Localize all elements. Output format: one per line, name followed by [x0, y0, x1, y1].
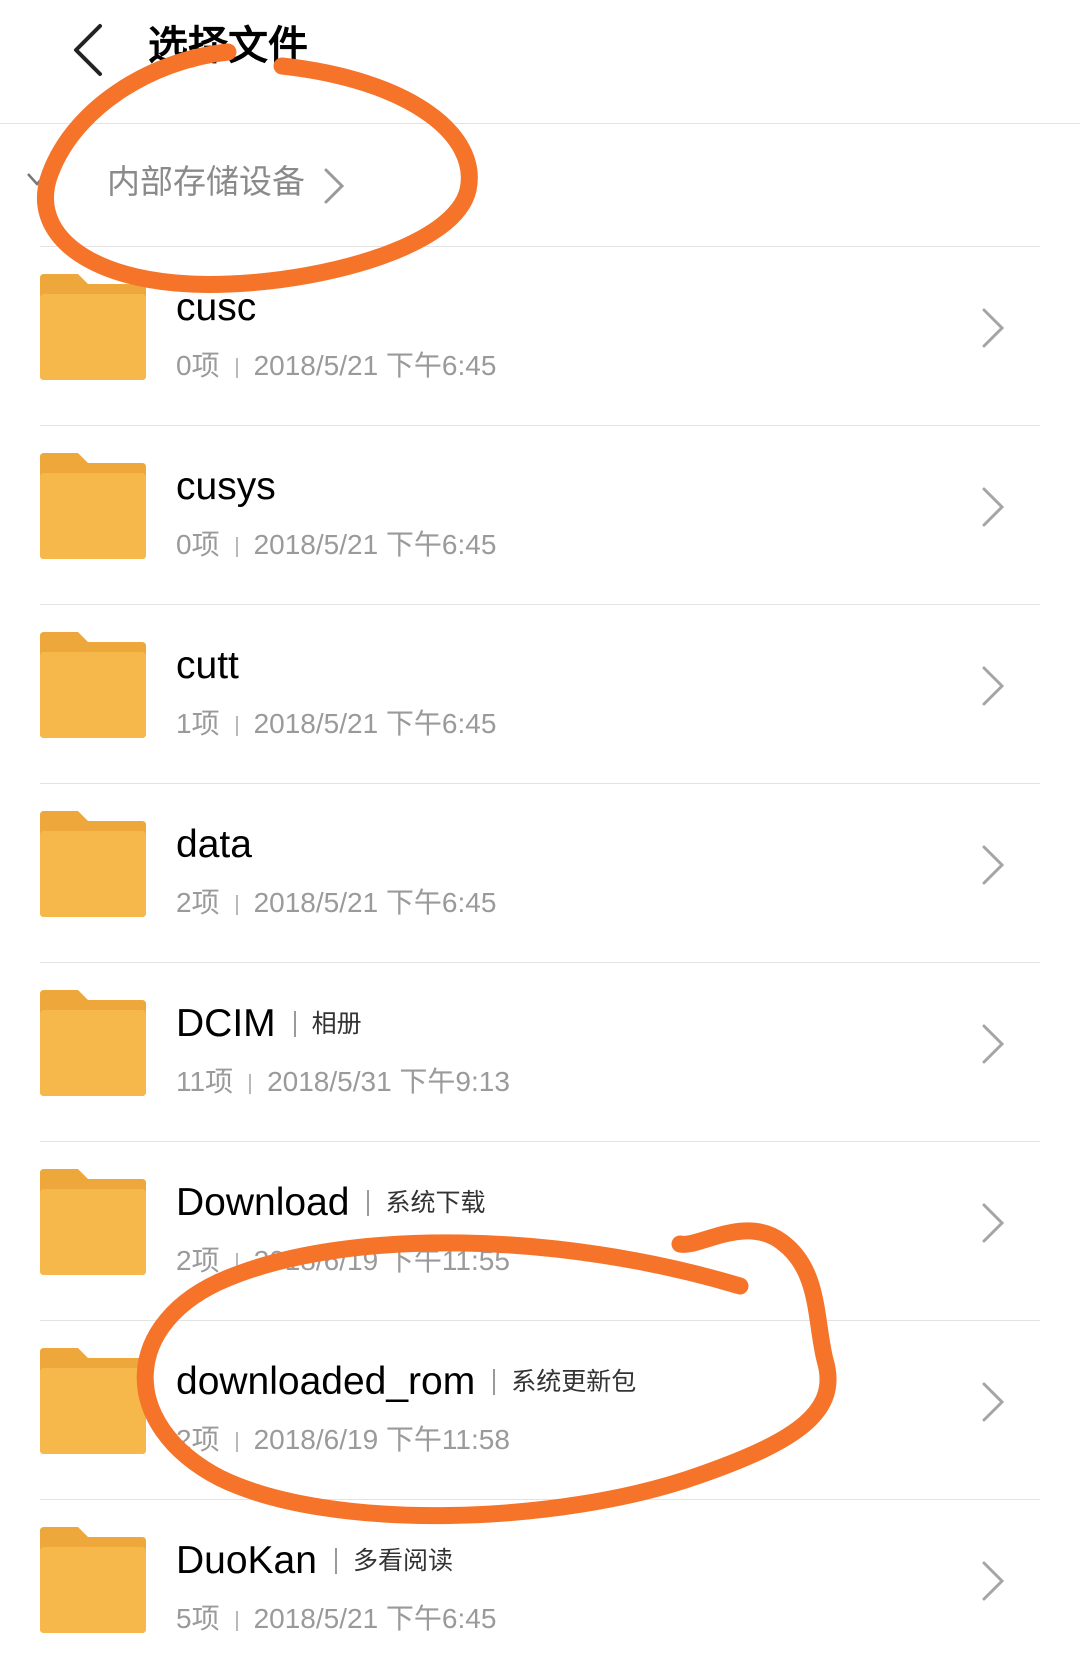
folder-icon: [40, 274, 146, 380]
modified-date: 2018/5/21 下午6:45: [253, 1603, 497, 1634]
file-name: data: [176, 823, 252, 866]
list-item[interactable]: cusc 0项 2018/5/21 下午6:45: [0, 246, 1080, 425]
divider: [40, 604, 1040, 605]
chevron-down-icon: [27, 173, 47, 186]
file-meta: 2项 2018/5/21 下午6:45: [176, 883, 496, 923]
divider: [40, 962, 1040, 963]
file-name: DCIM: [176, 1002, 276, 1045]
item-count: 5项: [176, 1603, 220, 1634]
divider: [40, 1499, 1040, 1500]
divider: [334, 1548, 337, 1574]
list-item[interactable]: DuoKan 多看阅读 5项 2018/5/21 下午6:45: [0, 1499, 1080, 1678]
list-item[interactable]: Download 系统下载 2项 2018/6/19 下午11:55: [0, 1141, 1080, 1320]
file-meta: 2项 2018/6/19 下午11:55: [176, 1241, 510, 1281]
modified-date: 2018/6/19 下午11:55: [253, 1245, 510, 1276]
modified-date: 2018/5/21 下午6:45: [253, 887, 497, 918]
file-meta: 2项 2018/6/19 下午11:58: [176, 1420, 510, 1460]
item-count: 0项: [176, 350, 220, 381]
list-item[interactable]: DCIM 相册 11项 2018/5/31 下午9:13: [0, 962, 1080, 1141]
list-item[interactable]: cusys 0项 2018/5/21 下午6:45: [0, 425, 1080, 604]
item-count: 2项: [176, 1424, 220, 1455]
back-button[interactable]: [62, 20, 122, 80]
divider: [293, 1011, 296, 1037]
chevron-right-icon: [982, 666, 1005, 706]
folder-tag: 多看阅读: [352, 1546, 453, 1575]
divider: [40, 1141, 1040, 1142]
file-meta: 1项 2018/5/21 下午6:45: [176, 704, 496, 744]
item-count: 2项: [176, 1245, 220, 1276]
divider: [235, 1431, 238, 1452]
divider: [235, 715, 238, 736]
file-name: downloaded_rom: [176, 1360, 476, 1403]
chevron-right-icon: [982, 1203, 1005, 1243]
folder-icon: [40, 1527, 146, 1633]
item-count: 1项: [176, 708, 220, 739]
list-item[interactable]: cutt 1项 2018/5/21 下午6:45: [0, 604, 1080, 783]
divider: [40, 1320, 1040, 1321]
divider: [249, 1073, 252, 1094]
file-name: cutt: [176, 644, 239, 687]
file-name: cusys: [176, 465, 276, 508]
item-count: 11项: [176, 1066, 234, 1097]
modified-date: 2018/5/21 下午6:45: [253, 350, 497, 381]
divider: [235, 357, 238, 378]
breadcrumb-item-internal-storage[interactable]: 内部存储设备: [107, 160, 305, 204]
folder-icon: [40, 811, 146, 917]
file-meta: 0项 2018/5/21 下午6:45: [176, 525, 496, 565]
chevron-right-icon: [982, 1382, 1005, 1422]
divider: [367, 1190, 370, 1216]
divider: [235, 894, 238, 915]
divider: [40, 246, 1040, 247]
file-name: cusc: [176, 286, 257, 329]
file-name: Download: [176, 1181, 350, 1224]
folder-tag: 系统下载: [385, 1188, 486, 1217]
chevron-left-icon: [74, 24, 102, 76]
item-count: 2项: [176, 887, 220, 918]
chevron-right-icon: [982, 845, 1005, 885]
modified-date: 2018/5/21 下午6:45: [253, 708, 497, 739]
divider: [40, 425, 1040, 426]
list-item[interactable]: data 2项 2018/5/21 下午6:45: [0, 783, 1080, 962]
folder-icon: [40, 990, 146, 1096]
folder-tag: 系统更新包: [511, 1367, 637, 1396]
modified-date: 2018/5/21 下午6:45: [253, 529, 497, 560]
folder-icon: [40, 453, 146, 559]
chevron-right-icon: [982, 308, 1005, 348]
chevron-right-icon: [982, 487, 1005, 527]
item-count: 0项: [176, 529, 220, 560]
top-bar: 选择文件: [0, 0, 1080, 124]
list-item[interactable]: downloaded_rom 系统更新包 2项 2018/6/19 下午11:58: [0, 1320, 1080, 1499]
chevron-right-icon: [982, 1024, 1005, 1064]
divider: [235, 1610, 238, 1631]
chevron-right-icon: [324, 168, 345, 204]
file-meta: 11项 2018/5/31 下午9:13: [176, 1062, 510, 1102]
folder-icon: [40, 1348, 146, 1454]
modified-date: 2018/6/19 下午11:58: [253, 1424, 510, 1455]
modified-date: 2018/5/31 下午9:13: [267, 1066, 510, 1097]
file-meta: 5项 2018/5/21 下午6:45: [176, 1599, 496, 1639]
divider: [235, 1252, 238, 1273]
folder-icon: [40, 632, 146, 738]
divider: [235, 536, 238, 557]
file-name: DuoKan: [176, 1539, 317, 1582]
file-meta: 0项 2018/5/21 下午6:45: [176, 346, 496, 386]
page-title: 选择文件: [148, 23, 308, 69]
divider: [493, 1369, 496, 1395]
folder-icon: [40, 1169, 146, 1275]
divider: [40, 783, 1040, 784]
folder-tag: 相册: [311, 1009, 362, 1038]
chevron-right-icon: [982, 1561, 1005, 1601]
